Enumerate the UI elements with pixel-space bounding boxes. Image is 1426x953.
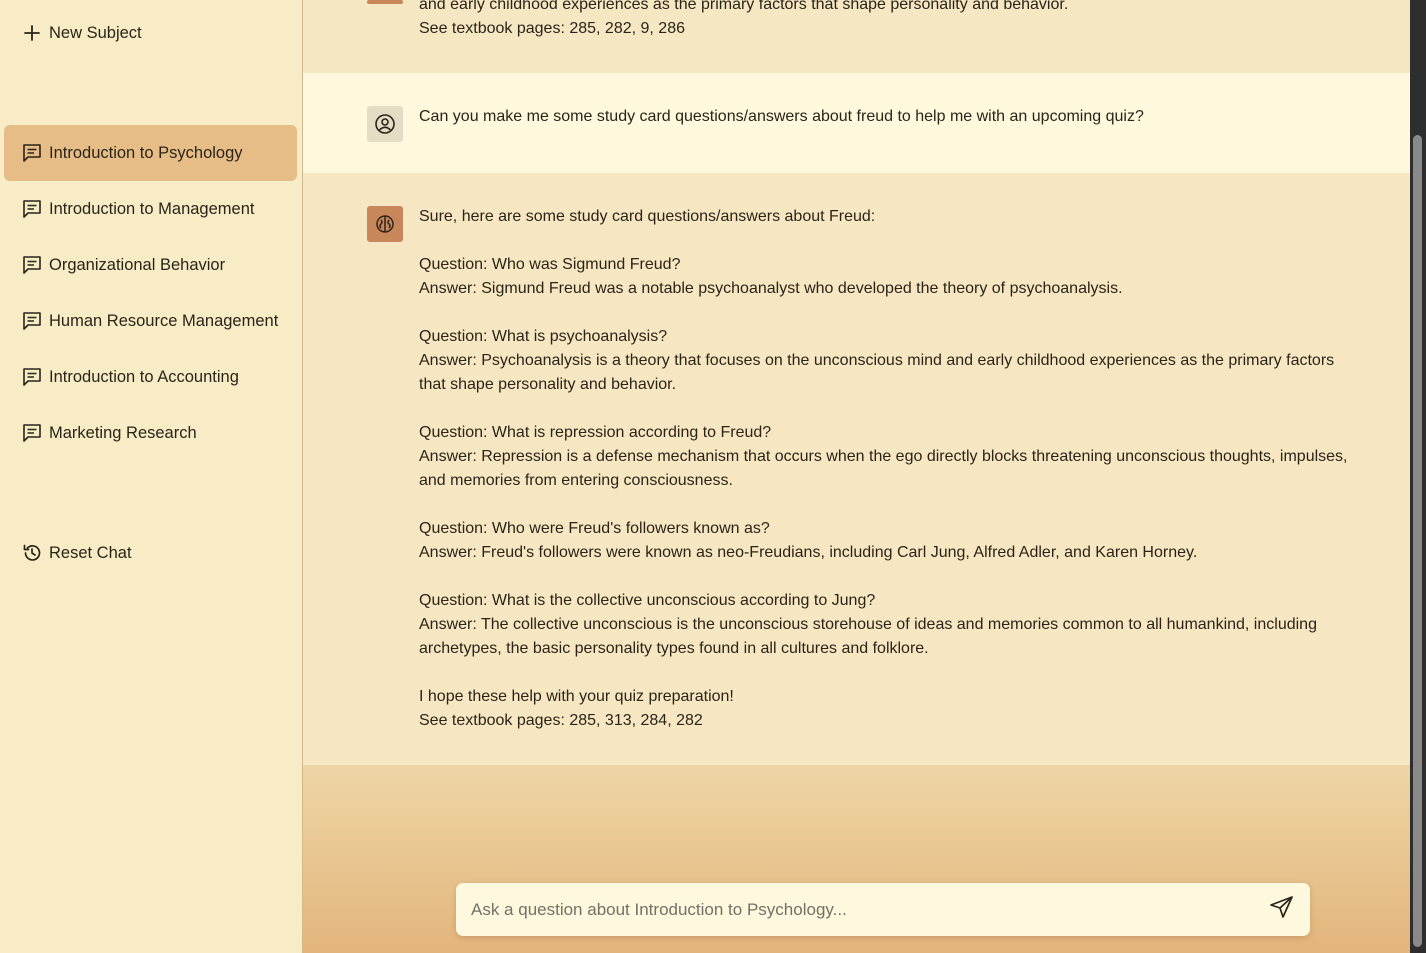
- answer-line: Answer: Psychoanalysis is a theory that …: [419, 352, 1335, 393]
- answer-line: Answer: Repression is a defense mechanis…: [419, 448, 1348, 489]
- history-icon: [21, 542, 43, 564]
- textbook-pages: See textbook pages: 285, 313, 284, 282: [419, 712, 703, 729]
- chat-icon: [21, 198, 43, 220]
- user-message-text: Can you make me some study card question…: [419, 108, 1144, 125]
- bot-message-text: and early childhood experiences as the p…: [419, 0, 1359, 41]
- chat-icon: [21, 366, 43, 388]
- send-button[interactable]: [1260, 888, 1304, 932]
- message-line: I hope these help with your quiz prepara…: [419, 688, 734, 705]
- reset-chat-button[interactable]: Reset Chat: [4, 525, 297, 581]
- user-message: Can you make me some study card question…: [303, 73, 1410, 173]
- answer-line: Answer: Sigmund Freud was a notable psyc…: [419, 280, 1123, 297]
- sidebar-item-label: Organizational Behavior: [49, 255, 226, 274]
- sidebar-item-label: Human Resource Management: [49, 311, 279, 330]
- user-avatar-icon: [367, 106, 403, 142]
- sidebar-item-human-resource-management[interactable]: Human Resource Management: [4, 293, 297, 349]
- question-line: Question: Who was Sigmund Freud?: [419, 256, 681, 273]
- sidebar-item-label: Introduction to Psychology: [49, 143, 243, 162]
- question-line: Question: What is the collective unconsc…: [419, 592, 876, 609]
- sidebar-item-organizational-behavior[interactable]: Organizational Behavior: [4, 237, 297, 293]
- send-icon: [1269, 894, 1295, 925]
- reset-chat-label: Reset Chat: [49, 543, 132, 562]
- sidebar-item-introduction-to-psychology[interactable]: Introduction to Psychology: [4, 125, 297, 181]
- new-subject-button[interactable]: New Subject: [4, 5, 297, 61]
- sidebar-item-label: Introduction to Accounting: [49, 367, 239, 386]
- sidebar-item-marketing-research[interactable]: Marketing Research: [4, 405, 297, 461]
- chat-icon: [21, 422, 43, 444]
- plus-icon: [21, 22, 43, 44]
- sidebar-item-label: Marketing Research: [49, 423, 197, 442]
- message-line: Sure, here are some study card questions…: [419, 208, 876, 225]
- question-line: Question: Who were Freud's followers kno…: [419, 520, 770, 537]
- chat-icon: [21, 254, 43, 276]
- bot-message-previous: and early childhood experiences as the p…: [303, 0, 1410, 73]
- question-composer: [456, 883, 1310, 936]
- chat-area: and early childhood experiences as the p…: [303, 0, 1410, 953]
- answer-line: Answer: The collective unconscious is th…: [419, 616, 1317, 657]
- question-line: Question: What is repression according t…: [419, 424, 772, 441]
- sidebar: New Subject Introduction to Psychology I…: [0, 0, 303, 953]
- bot-avatar: [367, 0, 403, 4]
- sidebar-item-label: Introduction to Management: [49, 199, 255, 218]
- bot-message-text: Sure, here are some study card questions…: [419, 205, 1359, 733]
- scrollbar-thumb[interactable]: [1413, 135, 1422, 947]
- question-line: Question: What is psychoanalysis?: [419, 328, 668, 345]
- textbook-pages: See textbook pages: 285, 282, 9, 286: [419, 20, 685, 37]
- bot-message: Sure, here are some study card questions…: [303, 173, 1410, 765]
- sidebar-item-introduction-to-management[interactable]: Introduction to Management: [4, 181, 297, 237]
- answer-line: Answer: Freud's followers were known as …: [419, 544, 1198, 561]
- message-line: and early childhood experiences as the p…: [419, 0, 1069, 13]
- chat-icon: [21, 310, 43, 332]
- question-input[interactable]: [456, 883, 1260, 936]
- brain-icon: [367, 206, 403, 242]
- chat-icon: [21, 142, 43, 164]
- new-subject-label: New Subject: [49, 23, 142, 42]
- sidebar-item-introduction-to-accounting[interactable]: Introduction to Accounting: [4, 349, 297, 405]
